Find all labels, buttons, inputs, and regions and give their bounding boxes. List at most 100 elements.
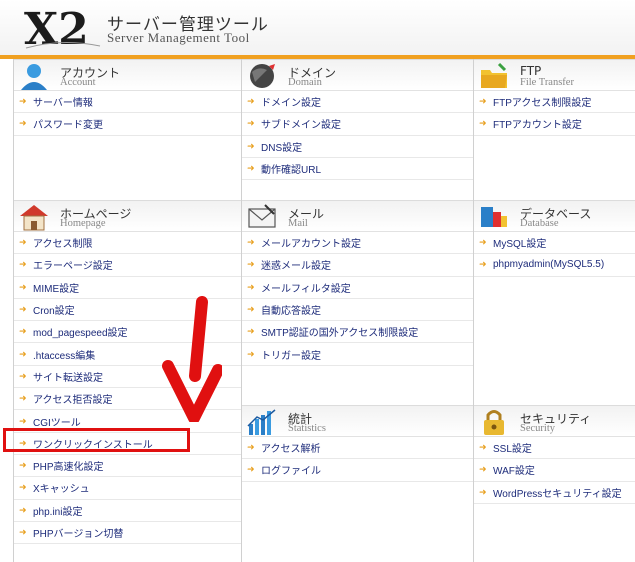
- menu-item-label: 迷惑メール設定: [261, 261, 331, 273]
- menu-item-label: PHP高速化設定: [33, 462, 104, 474]
- menu-item-label: エラーページ設定: [33, 261, 113, 273]
- menu-item[interactable]: ➜ サーバー情報: [14, 91, 241, 114]
- arrow-icon: ➜: [19, 96, 27, 107]
- section-header-database: データベース Database: [474, 200, 635, 232]
- arrow-icon: ➜: [19, 370, 27, 381]
- menu-item-label: Cron設定: [33, 306, 75, 318]
- menu-item[interactable]: ➜ エラーページ設定: [14, 254, 241, 277]
- menu-item-label: サーバー情報: [33, 98, 93, 110]
- section-header-security: セキュリティ Security: [474, 405, 635, 437]
- column-middle: ドメイン Domain ➜ ドメイン設定 ➜ サブドメイン設定 ➜ DNS設定 ➜ 動作確認U…: [242, 59, 474, 562]
- section-subtitle: Homepage: [60, 218, 106, 229]
- menu-item[interactable]: ➜ ドメイン設定: [242, 91, 473, 114]
- arrow-icon: ➜: [19, 118, 27, 129]
- arrow-icon: ➜: [247, 259, 255, 270]
- arrow-icon: ➜: [479, 118, 487, 129]
- menu-item-label: SMTP認証の国外アクセス制限設定: [261, 328, 419, 340]
- menu-item-label: アクセス制限: [33, 239, 93, 251]
- list: ➜ MySQL設定 ➜ phpmyadmin(MySQL5.5): [474, 232, 635, 277]
- section-subtitle: Domain: [288, 77, 322, 88]
- menu-item[interactable]: ➜ メールアカウント設定: [242, 232, 473, 255]
- section-database: データベース Database ➜ MySQL設定 ➜ phpmyadmin(MySQ…: [474, 200, 635, 277]
- menu-item[interactable]: ➜ MySQL設定: [474, 232, 635, 255]
- menu-item[interactable]: ➜ ログファイル: [242, 459, 473, 482]
- arrow-icon: ➜: [19, 482, 27, 493]
- menu-item-label: MySQL設定: [493, 239, 547, 251]
- section-subtitle: Statistics: [288, 423, 326, 434]
- arrow-icon: ➜: [247, 163, 255, 174]
- arrow-icon: ➜: [19, 415, 27, 426]
- arrow-icon: ➜: [247, 348, 255, 359]
- menu-item[interactable]: ➜ Xキャッシュ: [14, 477, 241, 500]
- menu-item-label: サイト転送設定: [33, 372, 103, 384]
- section-security: セキュリティ Security ➜ SSL設定 ➜ WAF設定 ➜ WordPressセキ…: [474, 405, 635, 504]
- section-header-homepage: ホームページ Homepage: [14, 200, 241, 232]
- menu-item-label: phpmyadmin(MySQL5.5): [493, 259, 605, 271]
- annotation-arrow: [162, 296, 222, 422]
- menu-item-label: メールアカウント設定: [261, 239, 361, 251]
- menu-item[interactable]: ➜ アクセス解析: [242, 437, 473, 460]
- arrow-icon: ➜: [247, 140, 255, 151]
- arrow-icon: ➜: [247, 281, 255, 292]
- menu-item[interactable]: ➜ 動作確認URL: [242, 158, 473, 181]
- arrow-icon: ➜: [479, 442, 487, 453]
- menu-item[interactable]: ➜ パスワード変更: [14, 113, 241, 136]
- menu-item[interactable]: ➜ SSL設定: [474, 437, 635, 460]
- menu-item[interactable]: ➜ php.ini設定: [14, 500, 241, 522]
- menu-item-label: FTPアクセス制限設定: [493, 98, 592, 110]
- column-right: FTP File Transfer ➜ FTPアクセス制限設定 ➜ FTPアカウント設…: [474, 59, 635, 562]
- mail-icon: [248, 204, 276, 228]
- list: ➜ FTPアクセス制限設定 ➜ FTPアカウント設定: [474, 91, 635, 136]
- menu-item[interactable]: ➜ 迷惑メール設定: [242, 254, 473, 277]
- menu-item[interactable]: ➜ トリガー設定: [242, 343, 473, 366]
- section-account: アカウント Account ➜ サーバー情報 ➜ パスワード変更: [14, 59, 241, 136]
- section-header-ftp: FTP File Transfer: [474, 59, 635, 91]
- arrow-icon: ➜: [19, 393, 27, 404]
- menu-item-label: mod_pagespeed設定: [33, 328, 128, 340]
- menu-item[interactable]: ➜ サブドメイン設定: [242, 113, 473, 136]
- list: ➜ ドメイン設定 ➜ サブドメイン設定 ➜ DNS設定 ➜ 動作確認URL: [242, 91, 473, 181]
- menu-item[interactable]: ➜ SMTP認証の国外アクセス制限設定: [242, 321, 473, 344]
- menu-item[interactable]: ➜ phpmyadmin(MySQL5.5): [474, 254, 635, 277]
- menu-item[interactable]: ➜ WordPressセキュリティ設定: [474, 482, 635, 504]
- menu-item[interactable]: ➜ PHPバージョン切替: [14, 522, 241, 545]
- section-ftp: FTP File Transfer ➜ FTPアクセス制限設定 ➜ FTPアカウント設…: [474, 59, 635, 136]
- menu-item-label: MIME設定: [33, 283, 80, 295]
- arrow-icon: ➜: [479, 486, 487, 497]
- menu-item-label: トリガー設定: [261, 350, 321, 362]
- section-subtitle: Database: [520, 218, 559, 229]
- menu-item-label: SSL設定: [493, 444, 532, 456]
- arrow-icon: ➜: [479, 237, 487, 248]
- menu-item-label: サブドメイン設定: [261, 120, 341, 132]
- menu-item-label: Xキャッシュ: [33, 484, 90, 496]
- menu-item[interactable]: ➜ 自動応答設定: [242, 299, 473, 322]
- arrow-icon: ➜: [19, 237, 27, 248]
- arrow-icon: ➜: [247, 464, 255, 475]
- user-icon: [21, 64, 47, 90]
- folder-icon: [481, 62, 507, 88]
- arrow-icon: ➜: [19, 460, 27, 471]
- menu-item[interactable]: ➜ DNS設定: [242, 136, 473, 158]
- list: ➜ サーバー情報 ➜ パスワード変更: [14, 91, 241, 136]
- arrow-icon: ➜: [19, 304, 27, 315]
- section-subtitle: Security: [520, 423, 555, 434]
- section-header-domain: ドメイン Domain: [242, 59, 473, 91]
- menu-item-label: パスワード変更: [33, 120, 103, 132]
- section-header-mail: メール Mail: [242, 200, 473, 232]
- arrow-icon: ➜: [247, 326, 255, 337]
- database-icon: [481, 207, 507, 227]
- menu-item[interactable]: ➜ アクセス制限: [14, 232, 241, 255]
- house-icon: [20, 205, 48, 231]
- menu-item[interactable]: ➜ メールフィルタ設定: [242, 277, 473, 299]
- menu-item[interactable]: ➜ PHP高速化設定: [14, 455, 241, 478]
- menu-item-label: FTPアカウント設定: [493, 120, 582, 132]
- section-subtitle: File Transfer: [520, 77, 574, 88]
- menu-item[interactable]: ➜ FTPアカウント設定: [474, 113, 635, 136]
- section-mail: メール Mail ➜ メールアカウント設定 ➜ 迷惑メール設定 ➜ メールフィルタ設定 ➜ 自…: [242, 200, 473, 366]
- menu-item-label: アクセス拒否設定: [33, 395, 113, 407]
- menu-item-label: ドメイン設定: [261, 98, 321, 110]
- list: ➜ メールアカウント設定 ➜ 迷惑メール設定 ➜ メールフィルタ設定 ➜ 自動応答設定 ➜ SMT…: [242, 232, 473, 366]
- arrow-icon: ➜: [479, 259, 487, 270]
- menu-item[interactable]: ➜ WAF設定: [474, 459, 635, 482]
- menu-item[interactable]: ➜ FTPアクセス制限設定: [474, 91, 635, 114]
